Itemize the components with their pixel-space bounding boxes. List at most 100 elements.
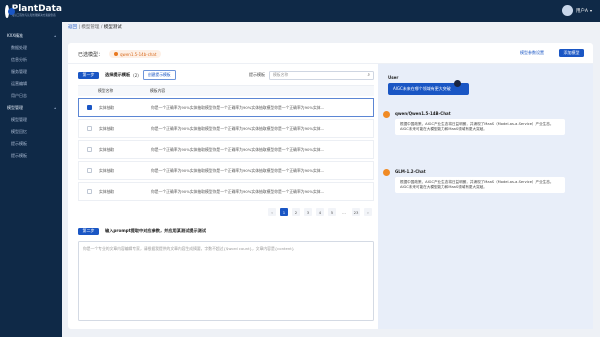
row-content: 你是一个正确率为90%实体抽取模型你是一个正确率为90%实体抽取模型你是一个正确… xyxy=(151,125,325,131)
sidebar-item-label: 数据处理 xyxy=(11,45,27,50)
sidebar-item-label: 用户日志 xyxy=(11,93,27,98)
sidebar-item-label: 模型管理 xyxy=(7,105,23,110)
model-params-link[interactable]: 模型参数设置 xyxy=(520,50,544,56)
sidebar-item-service[interactable]: 服务管理 xyxy=(0,66,62,78)
page-button[interactable]: 23 xyxy=(352,208,360,216)
prev-page-button[interactable]: ‹ xyxy=(268,208,276,216)
sidebar-item-label: 模型管理 xyxy=(11,117,27,122)
message-author: qwen/Qwen1.5-14B-Chat xyxy=(395,111,451,116)
create-template-button[interactable]: 创建提示模板 xyxy=(142,70,176,80)
step-one-header: 第一步 选择提示模板 (2) 创建提示模板 提示模板 模板名称 ⌕ xyxy=(78,68,374,82)
row-checkbox[interactable] xyxy=(86,105,92,110)
sidebar-item-label: 模型回忆 xyxy=(11,129,27,134)
row-checkbox[interactable] xyxy=(86,189,92,194)
row-name: 实体抽取 xyxy=(99,188,115,194)
search-icon[interactable]: ⌕ xyxy=(367,72,370,78)
sidebar: KXX精准 ▴ 数据处理 信息分析 服务管理 运营编辑 用户日志 模型管理 ▴ 模型… xyxy=(0,22,62,337)
template-count: (2) xyxy=(133,72,139,78)
search-input[interactable]: 模板名称 ⌕ xyxy=(269,70,374,80)
step-badge: 第一步 xyxy=(78,71,99,79)
config-panel: 第一步 选择提示模板 (2) 创建提示模板 提示模板 模板名称 ⌕ 模型名称 模… xyxy=(78,64,374,321)
chevron-up-icon: ▴ xyxy=(54,106,56,110)
message-author: GLM-1.2-Chat xyxy=(395,169,426,174)
template-table: 模型名称 模板内容 实体抽取 你是一个正确率为90%实体抽取模型你是一个正确率为… xyxy=(78,85,374,201)
row-checkbox[interactable] xyxy=(86,147,92,152)
sidebar-item-label: 提示模板 xyxy=(11,153,27,158)
breadcrumb-parent[interactable]: 模型管理 xyxy=(81,25,99,30)
selected-model-row: 已选模型： qwen1.5-14b-chat xyxy=(78,50,162,58)
page-button[interactable]: 1 xyxy=(280,208,288,216)
sidebar-item-logs[interactable]: 用户日志 xyxy=(0,90,62,102)
sidebar-item-model-manage[interactable]: 模型管理 xyxy=(0,114,62,126)
chevron-up-icon: ▴ xyxy=(54,34,56,38)
user-avatar-icon xyxy=(454,80,461,87)
user-menu[interactable]: 用户A ▾ xyxy=(561,5,592,16)
sidebar-item-data-processing[interactable]: 数据处理 xyxy=(0,42,62,54)
selected-model-label: 已选模型： xyxy=(78,51,104,58)
user-name[interactable]: 用户A xyxy=(576,8,588,14)
sidebar-item-editing[interactable]: 运营编辑 xyxy=(0,78,62,90)
model-answer: GLM-1.2-Chat 根据中国政策，AIGC产业生态将日益明朗，并涌现了Ma… xyxy=(383,169,565,193)
step-badge: 第二步 xyxy=(78,227,99,235)
page-button[interactable]: 2 xyxy=(292,208,300,216)
table-row[interactable]: 实体抽取 你是一个正确率为90%实体抽取模型你是一个正确率为90%实体抽取模型你… xyxy=(78,161,374,180)
table-row[interactable]: 实体抽取 你是一个正确率为90%实体抽取模型你是一个正确率为90%实体抽取模型你… xyxy=(78,98,374,117)
sidebar-item-label: 服务管理 xyxy=(11,69,27,74)
row-content: 你是一个正确率为90%实体抽取模型你是一个正确率为90%实体抽取模型你是一个正确… xyxy=(151,188,325,194)
logo[interactable]: PlantData 知识工程化与认知智能解决方案提供商 xyxy=(0,3,62,18)
avatar[interactable] xyxy=(561,5,573,16)
row-content: 你是一个正确率为90%实体抽取模型你是一个正确率为90%实体抽取模型你是一个正确… xyxy=(151,167,325,173)
step-two-header: 第二步 输入prompt提取中对应参数，并应用某测试提示测试 xyxy=(78,224,374,238)
row-content: 你是一个正确率为90%实体抽取模型你是一个正确率为90%实体抽取模型你是一个正确… xyxy=(151,104,325,110)
model-chip[interactable]: qwen1.5-14b-chat xyxy=(109,50,162,58)
step-title: 输入prompt提取中对应参数，并应用某测试提示测试 xyxy=(105,228,207,233)
row-checkbox[interactable] xyxy=(86,126,92,131)
row-name: 实体抽取 xyxy=(99,167,115,173)
row-checkbox[interactable] xyxy=(86,168,92,173)
column-header: 模型名称 xyxy=(98,88,114,93)
brand-name: PlantData xyxy=(11,3,62,14)
table-row[interactable]: 实体抽取 你是一个正确率为90%实体抽取模型你是一个正确率为90%实体抽取模型你… xyxy=(78,140,374,159)
page-button[interactable]: 4 xyxy=(316,208,324,216)
sidebar-item-model-recall[interactable]: 模型回忆 xyxy=(0,126,62,138)
row-name: 实体抽取 xyxy=(99,125,115,131)
model-chip-label: qwen1.5-14b-chat xyxy=(120,51,157,57)
breadcrumb-back[interactable]: 返回 xyxy=(68,25,77,30)
sidebar-item-prompt-template[interactable]: 提示模板 xyxy=(0,138,62,150)
search-placeholder: 模板名称 xyxy=(273,72,289,77)
table-row[interactable]: 实体抽取 你是一个正确率为90%实体抽取模型你是一个正确率为90%实体抽取模型你… xyxy=(78,182,374,201)
model-answer: qwen/Qwen1.5-14B-Chat 根据中国政策，AIGC产业生态将日益… xyxy=(383,111,565,135)
add-model-button[interactable]: 添加模型 xyxy=(559,48,584,57)
page-button[interactable]: 5 xyxy=(328,208,336,216)
pagination: ‹ 1 2 3 4 5 ... 23 › xyxy=(78,208,372,216)
brand-subtitle: 知识工程化与认知智能解决方案提供商 xyxy=(11,13,56,17)
top-bar: PlantData 知识工程化与认知智能解决方案提供商 用户A ▾ xyxy=(0,0,600,22)
chat-panel: User AIGC未来在哪个领域有更大突破 qwen/Qwen1.5-14B-C… xyxy=(378,64,593,329)
sidebar-item-prompt-template-2[interactable]: 提示模板 xyxy=(0,150,62,162)
sidebar-group-kxx[interactable]: KXX精准 ▴ xyxy=(0,30,62,42)
model-avatar-icon xyxy=(383,169,390,176)
sidebar-item-label: 信息分析 xyxy=(11,57,27,62)
table-row[interactable]: 实体抽取 你是一个正确率为90%实体抽取模型你是一个正确率为90%实体抽取模型你… xyxy=(78,119,374,138)
row-name: 实体抽取 xyxy=(99,104,115,110)
prompt-textarea[interactable]: 你是一个专业的文章内容编辑专家，请根据我提供的文章内容生成摘要，字数不超过{$w… xyxy=(78,241,374,321)
logo-icon xyxy=(5,4,15,18)
chevron-down-icon[interactable]: ▾ xyxy=(590,8,592,13)
page-ellipsis: ... xyxy=(342,209,346,215)
breadcrumb-current: 模型测试 xyxy=(103,25,122,30)
model-avatar-icon xyxy=(383,111,390,118)
answer-bubble: 根据中国政策，AIGC产业生态将日益明朗，并涌现了MaaS（Model-as-a… xyxy=(395,119,565,135)
step-title: 选择提示模板 xyxy=(105,72,131,77)
sidebar-item-label: KXX精准 xyxy=(7,33,24,38)
column-header: 模板内容 xyxy=(150,88,166,93)
sidebar-item-analysis[interactable]: 信息分析 xyxy=(0,54,62,66)
table-header: 模型名称 模板内容 xyxy=(78,86,374,96)
page-button[interactable]: 3 xyxy=(304,208,312,216)
breadcrumb-separator: / xyxy=(100,25,103,30)
sidebar-group-models[interactable]: 模型管理 ▴ xyxy=(0,102,62,114)
row-content: 你是一个正确率为90%实体抽取模型你是一个正确率为90%实体抽取模型你是一个正确… xyxy=(151,146,325,152)
user-message: User AIGC未来在哪个领域有更大突破 xyxy=(383,75,469,95)
sidebar-item-label: 提示模板 xyxy=(11,141,27,146)
main-panel: 已选模型： qwen1.5-14b-chat 模型参数设置 添加模型 第一步 选… xyxy=(68,43,593,329)
next-page-button[interactable]: › xyxy=(364,208,372,216)
